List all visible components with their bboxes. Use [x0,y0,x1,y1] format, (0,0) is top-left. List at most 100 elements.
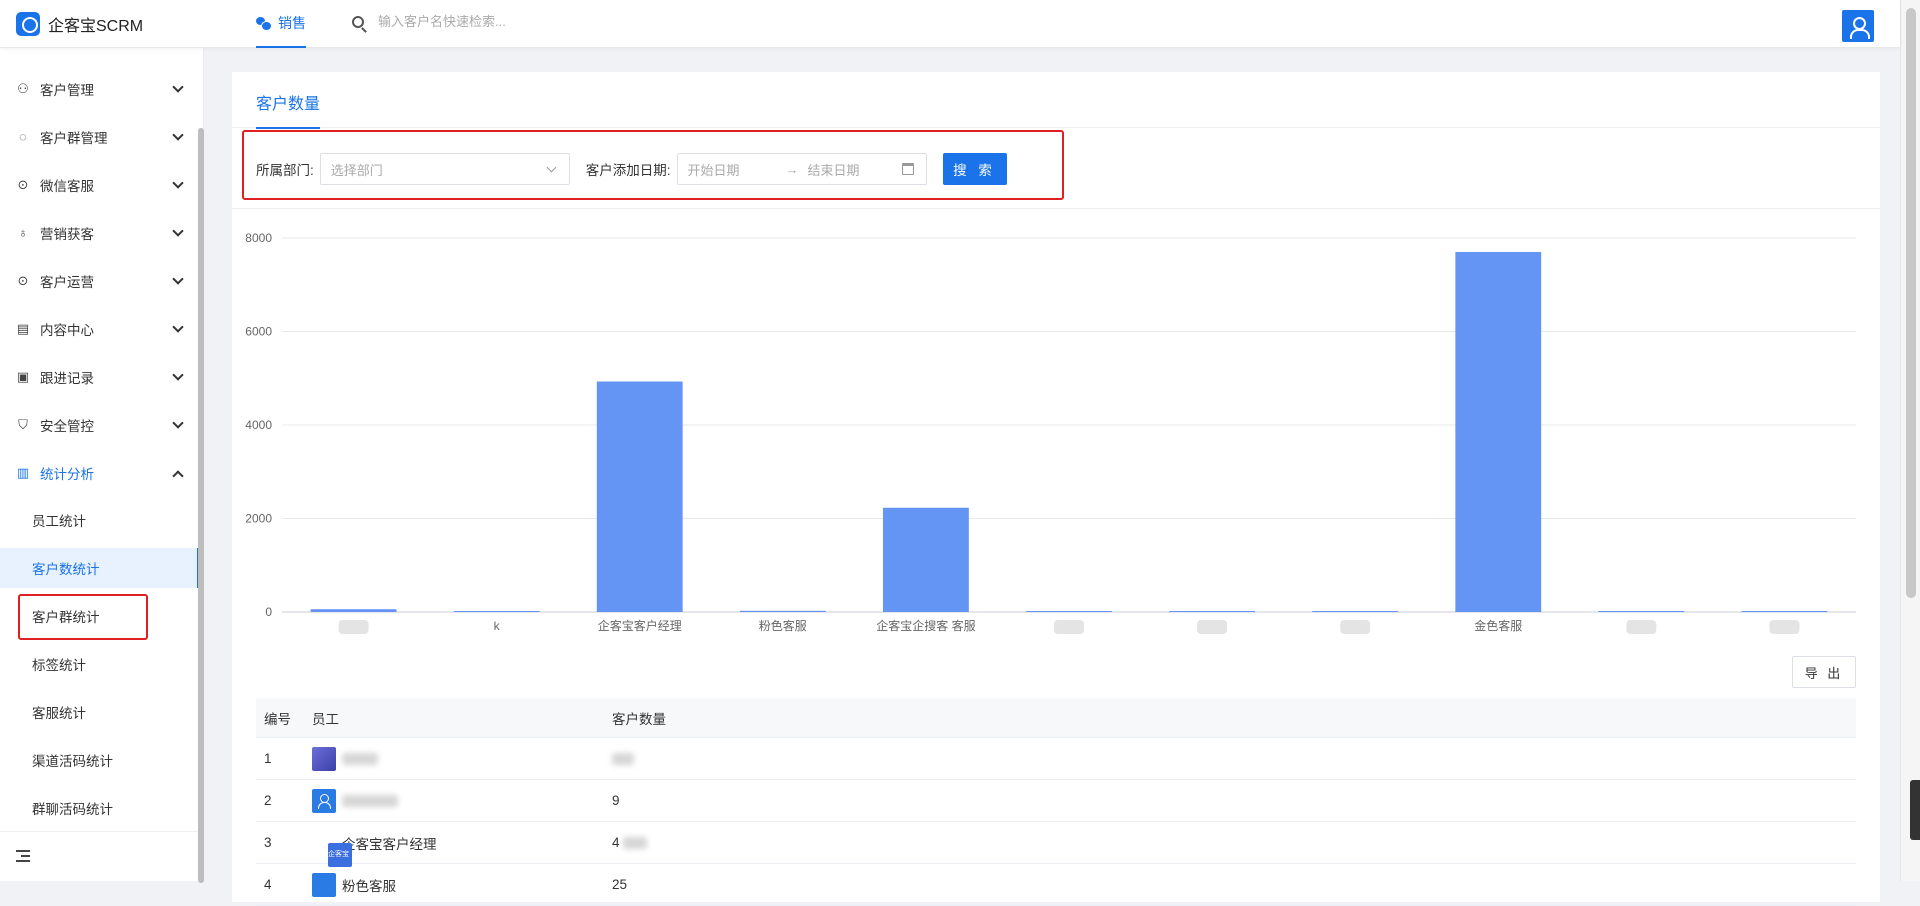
col-header-no: 编号 [264,711,291,727]
y-tick-label: 6000 [245,325,272,339]
chat-icon: ◌ [19,129,27,144]
search-input[interactable] [378,14,678,29]
x-tick-label: k [494,619,501,633]
export-button[interactable]: 导 出 [1792,656,1856,688]
row-no: 2 [264,793,272,808]
bulb-icon: ♁ [18,225,28,240]
row-count: 4 [604,835,1856,850]
sidebar-item-marketing[interactable]: ♁ 营销获客 [0,209,198,257]
sidebar-item-followup[interactable]: ▣ 跟进记录 [0,353,198,401]
global-search [352,14,678,29]
sidebar-sub-tag-stats[interactable]: 标签统计 [0,644,198,684]
sidebar-item-customer-management[interactable]: ⚇ 客户管理 [0,65,198,113]
highlight-box [18,594,148,640]
redacted-label [1340,620,1371,634]
bar [1455,252,1542,612]
redacted-name [342,794,398,807]
bar [1169,611,1256,612]
search-icon[interactable] [352,15,364,28]
sidebar-sub-service-stats[interactable]: 客服统计 [0,692,198,732]
chevron-down-icon [172,177,184,189]
redacted-label [1054,620,1084,634]
sidebar-footer [0,831,198,881]
col-header-count: 客户数量 [612,711,666,727]
row-no: 1 [264,751,272,766]
row-no: 3 [264,835,272,850]
sidebar-item-group-management[interactable]: ◌ 客户群管理 [0,113,198,161]
table-row[interactable]: 3 企客宝 企客宝客户经理 4 [256,822,1856,867]
table-row[interactable]: 4 粉色客服 25 [256,864,1856,906]
chevron-down-icon [172,321,184,333]
sidebar-scrollbar[interactable] [198,128,204,883]
bar [1312,611,1399,612]
tab-sales-label: 销售 [278,15,306,31]
sidebar-sub-channel-code-stats[interactable]: 渠道活码统计 [0,740,198,780]
chevron-down-icon [172,273,184,285]
redacted-name [342,752,378,765]
y-tick-label: 0 [265,605,272,619]
table-header: 编号 员工 客户数量 [256,698,1856,738]
page-scrollbar[interactable] [1900,0,1920,881]
sidebar-item-label: 客户群管理 [40,131,108,146]
app-name: 企客宝SCRM [48,18,144,35]
tab-sales[interactable]: 销售 [256,0,306,48]
row-employee: 企客宝 企客宝客户经理 [304,831,604,867]
users-icon: ⚇ [17,81,29,96]
sidebar-item-label: 跟进记录 [40,371,94,386]
user-icon [312,788,336,813]
sidebar: ⚇ 客户管理 ◌ 客户群管理 ⊙ 微信客服 ♁ 营销获客 ⊙ 客户运营 ▤ 内容… [0,48,204,883]
avatar [312,872,336,897]
sidebar-item-statistics[interactable]: ▥ 统计分析 [0,449,198,497]
message-icon: ⊙ [17,273,29,288]
logo-icon [16,12,40,36]
sidebar-sub-employee-stats[interactable]: 员工统计 [0,500,198,540]
customer-count-bar-chart: 0 2000 4000 6000 8000 k 企客宝客户经理 粉色客服 企客宝企搜客 客服 金色… [245,231,1856,634]
bar [882,507,969,612]
bar [453,611,540,612]
floating-widget[interactable] [1910,780,1920,840]
table-row[interactable]: 1 [256,738,1856,780]
user-avatar-button[interactable] [1842,10,1874,42]
table-row[interactable]: 2 9 [256,780,1856,822]
row-employee: 粉色客服 [304,872,604,897]
record-icon: ▣ [16,369,30,384]
sidebar-item-wechat-service[interactable]: ⊙ 微信客服 [0,161,198,209]
bar [310,609,397,612]
sidebar-sub-customer-count-stats[interactable]: 客户数统计 [0,548,200,588]
row-no: 4 [264,877,272,892]
row-employee [304,746,604,771]
avatar [312,746,336,771]
redacted-count [623,837,648,850]
chevron-down-icon [172,81,184,93]
chevron-down-icon [172,369,184,381]
bar [596,381,683,612]
row-count [604,751,1856,766]
sidebar-item-label: 统计分析 [40,467,94,482]
company-logo-icon: 企客宝 [328,842,352,867]
sidebar-item-security[interactable]: ⛉ 安全管控 [0,401,198,449]
sidebar-item-label: 客户运营 [40,275,94,290]
app-logo[interactable]: 企客宝SCRM [16,12,143,36]
employee-name: 粉色客服 [342,878,396,894]
row-employee [304,788,604,813]
bar [1026,611,1112,612]
sidebar-item-operation[interactable]: ⊙ 客户运营 [0,257,198,305]
sidebar-sub-group-code-stats[interactable]: 群聊活码统计 [0,788,198,828]
wechat-icon [256,17,272,31]
divider [232,208,1880,209]
redacted-label [1769,620,1800,634]
employee-name: 企客宝客户经理 [342,836,437,852]
customer-count: 25 [612,877,628,892]
sidebar-item-label: 营销获客 [40,227,94,242]
sidebar-item-content[interactable]: ▤ 内容中心 [0,305,198,353]
sidebar-item-label: 客户管理 [40,83,94,98]
sidebar-item-label: 安全管控 [40,419,94,434]
tab-customer-count[interactable]: 客户数量 [256,90,321,129]
redacted-label [1626,620,1657,634]
top-header: 企客宝SCRM 销售 [0,0,1900,48]
chevron-up-icon [172,470,184,482]
customer-count: 9 [612,793,620,808]
collapse-menu-icon[interactable] [16,850,30,862]
bar [1741,611,1828,612]
chevron-down-icon [172,225,184,237]
